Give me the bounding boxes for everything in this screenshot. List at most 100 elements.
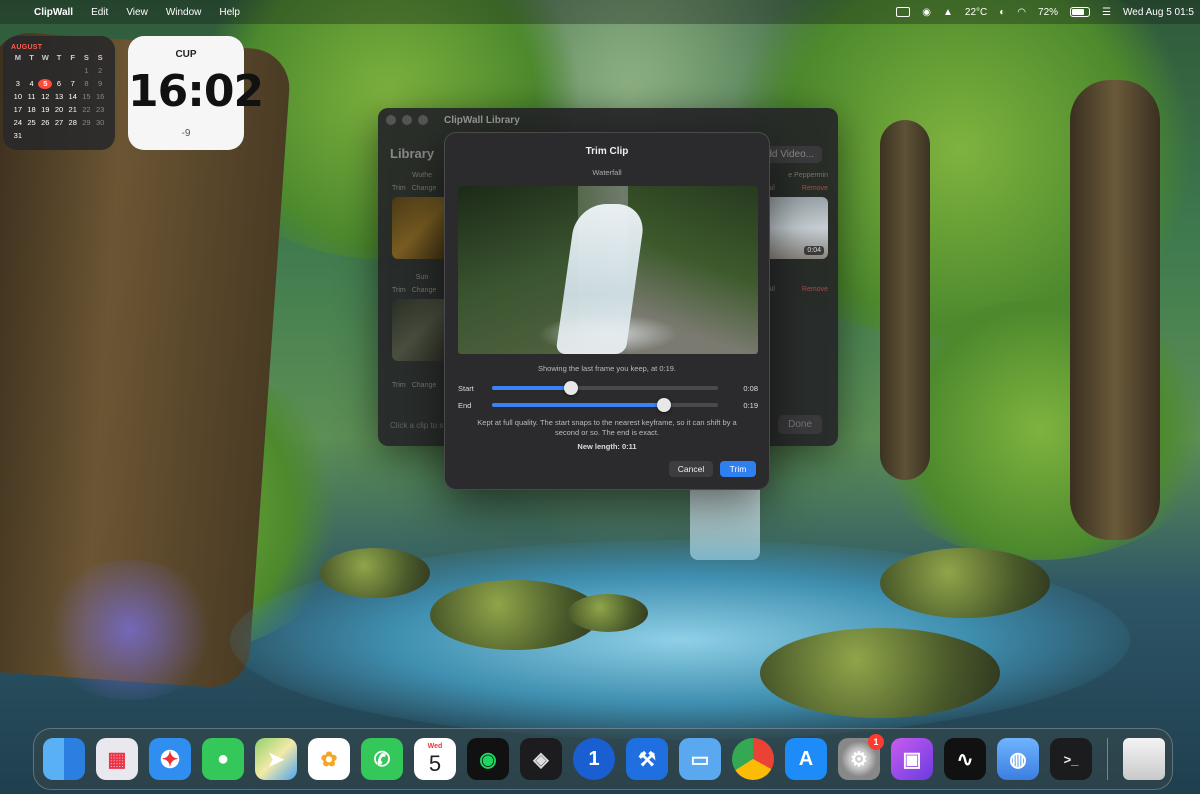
calendar-day: [11, 66, 25, 76]
calendar-day: 1: [84, 66, 89, 75]
finder-icon[interactable]: [43, 738, 85, 780]
calendar-day: 12: [41, 92, 50, 101]
calendar-day: 28: [68, 118, 77, 127]
screens-icon[interactable]: ▭: [679, 738, 721, 780]
clip-remove-link[interactable]: Remove: [802, 185, 828, 192]
clip-thumbnail[interactable]: 0:04: [764, 197, 828, 259]
calendar-day: 10: [13, 92, 23, 101]
calendar-day: 16: [95, 92, 105, 101]
menu-help[interactable]: Help: [219, 7, 240, 18]
calendar-dock-date: 5: [428, 751, 442, 776]
calendar-day: 15: [82, 92, 91, 101]
trim-button[interactable]: Trim: [720, 461, 756, 477]
calendar-widget[interactable]: AUGUST M T W T F S S 1 2 3 4 5 6 7 8 9 10 11 12 13 14 15 16 17 1…: [3, 36, 115, 150]
minimize-window-button[interactable]: [402, 115, 412, 125]
control-center-icon[interactable]: ☰: [1102, 7, 1111, 18]
library-clip-card[interactable]: Wuthe Trim Change: [392, 172, 452, 259]
wifi-icon[interactable]: ◠: [1017, 7, 1026, 18]
end-slider-row: End 0:19: [458, 398, 758, 412]
calendar-icon[interactable]: Wed 5: [414, 738, 456, 780]
menu-edit[interactable]: Edit: [91, 7, 108, 18]
clip-change-link[interactable]: Change: [412, 382, 437, 389]
close-window-button[interactable]: [386, 115, 396, 125]
stocks-icon[interactable]: ∿: [944, 738, 986, 780]
menu-app-name[interactable]: ClipWall: [34, 7, 73, 18]
clock-widget[interactable]: CUP 16:02 -9: [128, 36, 264, 150]
calendar-day: 29: [82, 118, 91, 127]
calendar-day: 2: [98, 66, 103, 75]
clip-trim-link[interactable]: Trim: [392, 287, 406, 294]
calendar-day: [25, 131, 39, 141]
cancel-button[interactable]: Cancel: [669, 461, 713, 477]
weather-temperature[interactable]: 22°C: [965, 7, 987, 18]
menu-view[interactable]: View: [126, 7, 148, 18]
launchpad-icon[interactable]: ▦: [96, 738, 138, 780]
calendar-day: 20: [54, 105, 64, 114]
wallpaper-rock: [880, 548, 1050, 618]
end-slider[interactable]: [492, 398, 718, 412]
library-clip-card[interactable]: Trim Change: [392, 376, 452, 394]
library-clip-card[interactable]: e Peppermin nail Remove 0:04: [764, 172, 828, 259]
maps-icon[interactable]: ➤: [255, 738, 297, 780]
weather-icon[interactable]: ▲: [943, 7, 953, 18]
clip-thumbnail[interactable]: [392, 299, 452, 361]
spotify-icon[interactable]: ◉: [467, 738, 509, 780]
clip-duration: 0:04: [804, 246, 824, 255]
dock-separator: [1107, 738, 1108, 780]
menu-bar-status-area: ◉ ▲ 22°C ◐ ◠ 72% ☰ Wed Aug 5 01:5: [896, 7, 1200, 18]
chrome-icon[interactable]: [732, 738, 774, 780]
library-done-button[interactable]: Done: [778, 415, 822, 434]
phone-icon[interactable]: ✆: [361, 738, 403, 780]
calendar-day: 11: [27, 92, 36, 101]
trim-clip-dialog: Trim Clip Waterfall Showing the last fra…: [444, 132, 770, 490]
battery-percentage[interactable]: 72%: [1038, 7, 1058, 18]
start-slider[interactable]: [492, 381, 718, 395]
clip-change-link[interactable]: Change: [412, 287, 437, 294]
library-clip-card[interactable]: nail Remove: [764, 286, 828, 293]
photos-icon[interactable]: ✿: [308, 738, 350, 780]
calendar-day: [80, 131, 94, 141]
battery-icon[interactable]: [1070, 7, 1091, 17]
calendar-day: 31: [13, 131, 23, 140]
wallpaper-tree: [880, 120, 930, 480]
calendar-day: 22: [82, 105, 91, 114]
wallpaper-tree: [1070, 80, 1160, 540]
appstore-icon[interactable]: A: [785, 738, 827, 780]
zoom-window-button[interactable]: [418, 115, 428, 125]
clip-name: Wuthe: [411, 172, 433, 179]
library-heading: Library: [390, 146, 435, 161]
settings-icon[interactable]: ⚙ 1: [838, 734, 884, 780]
calendar-weekday: F: [70, 53, 75, 62]
start-value: 0:08: [743, 383, 758, 393]
calendar-month: AUGUST: [11, 44, 43, 51]
calendar-day: 26: [41, 118, 50, 127]
clip-trim-link[interactable]: Trim: [392, 382, 406, 389]
trash-icon[interactable]: [1123, 738, 1165, 780]
messages-icon[interactable]: ●: [202, 738, 244, 780]
menu-clock[interactable]: Wed Aug 5 01:5: [1123, 7, 1194, 18]
location-icon[interactable]: ◉: [922, 7, 931, 18]
end-slider-handle[interactable]: [656, 398, 671, 412]
calendar-day: 9: [98, 79, 103, 88]
menu-window[interactable]: Window: [166, 7, 202, 18]
library-clip-card[interactable]: Sun Trim Change: [392, 274, 452, 361]
cube-icon[interactable]: ◈: [520, 738, 562, 780]
monitor-app-icon[interactable]: ▣: [891, 738, 933, 780]
preview-caption: Showing the last frame you keep, at 0:19…: [538, 364, 676, 373]
screen-mirroring-icon[interactable]: [896, 7, 911, 17]
simulator-icon[interactable]: ◍: [997, 738, 1039, 780]
clip-remove-link[interactable]: Remove: [802, 286, 828, 293]
clip-thumbnail[interactable]: [392, 197, 452, 259]
calendar-today: 5: [38, 79, 53, 89]
safari-icon[interactable]: ✦: [149, 738, 191, 780]
start-slider-handle[interactable]: [564, 381, 579, 395]
clip-change-link[interactable]: Change: [412, 185, 437, 192]
clip-trim-link[interactable]: Trim: [392, 185, 406, 192]
calendar-day: [93, 131, 107, 141]
onepassword-icon[interactable]: 1: [573, 738, 615, 780]
terminal-icon[interactable]: >_: [1050, 738, 1092, 780]
hammer-icon[interactable]: ⚒: [626, 738, 668, 780]
focus-icon[interactable]: ◐: [999, 7, 1005, 18]
calendar-weekday: T: [56, 53, 62, 62]
library-window-title: ClipWall Library: [444, 114, 520, 126]
